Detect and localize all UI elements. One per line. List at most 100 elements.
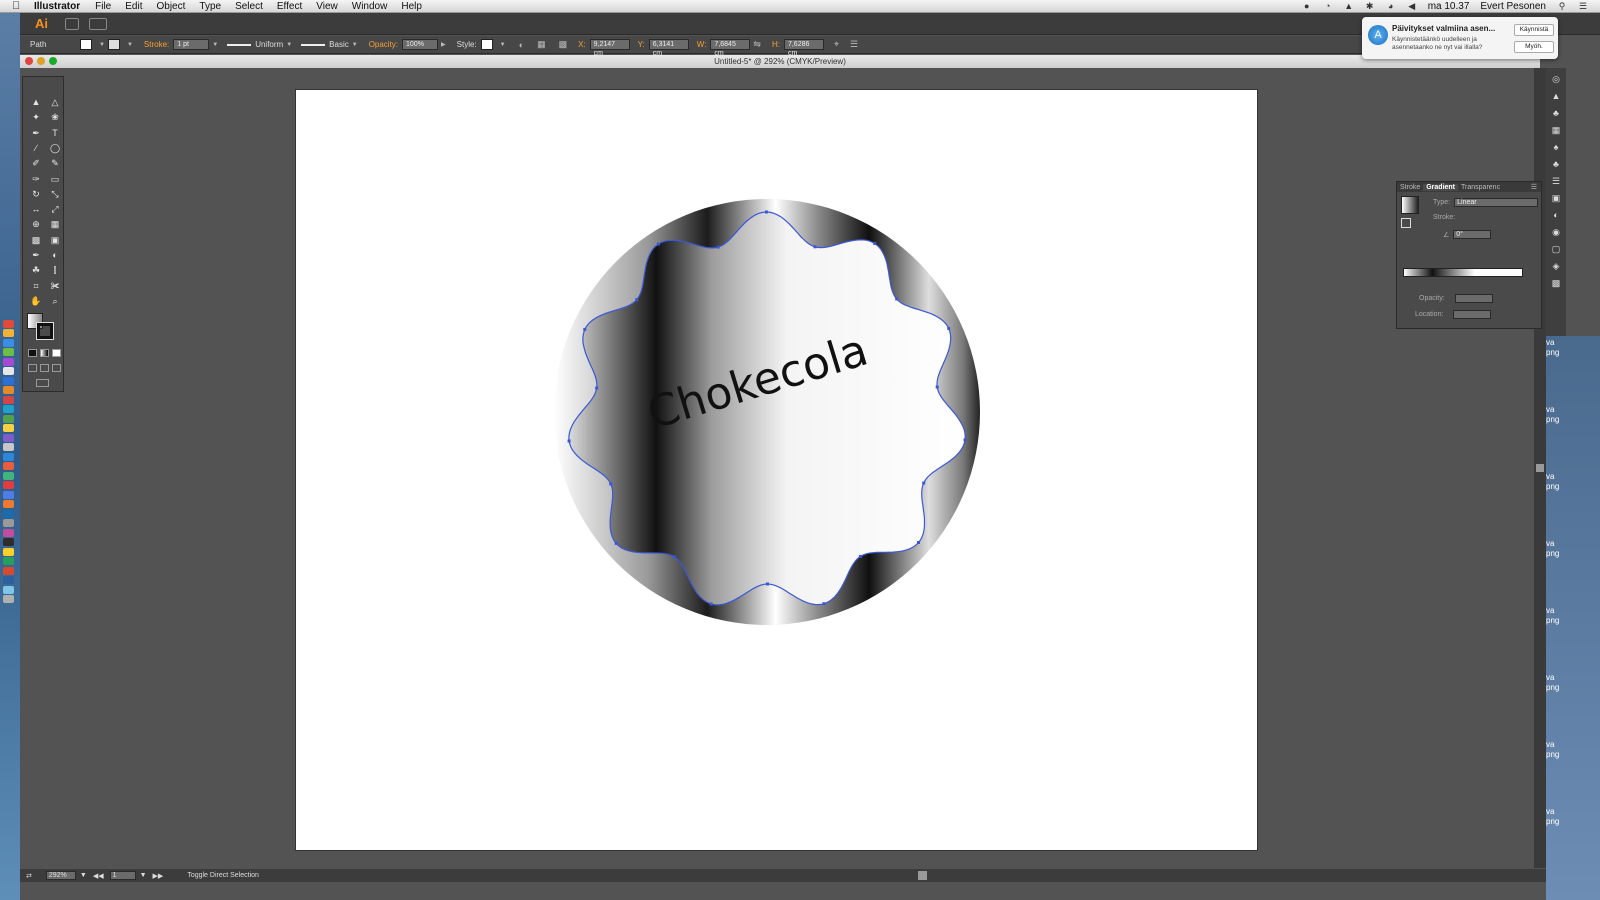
menu-select[interactable]: Select (235, 1, 263, 12)
dock-app-icon[interactable] (3, 490, 14, 499)
dock-app-icon[interactable] (3, 433, 14, 442)
dock-app-icon[interactable] (3, 509, 14, 518)
slice-tool-icon[interactable]: ✀ (48, 281, 62, 292)
constrain-proportions-icon[interactable]: ⇋ (753, 39, 761, 50)
zoom-arrows-icon[interactable]: ⇄ (26, 872, 32, 880)
gradient-ramp[interactable] (1403, 268, 1523, 277)
dock-app-icon[interactable] (3, 414, 14, 423)
symbol-sprayer-tool-icon[interactable]: ☘ (29, 265, 43, 276)
dock-app-icon[interactable] (3, 395, 14, 404)
vertical-scroll-thumb[interactable] (1536, 464, 1544, 472)
gradient-thumbnail[interactable] (1401, 196, 1419, 214)
gradient-type-select[interactable]: Linear (1454, 198, 1539, 207)
paintbrush-tool-icon[interactable]: ✐ (29, 158, 43, 169)
dock-app-icon[interactable] (3, 319, 14, 328)
artboard[interactable]: Chokecola (296, 90, 1257, 850)
width-tool-icon[interactable]: ↔ (29, 204, 43, 215)
pen-tool-icon[interactable]: ✒ (29, 128, 43, 139)
column-graph-tool-icon[interactable]: ⫿ (48, 265, 62, 276)
anchor-point[interactable] (766, 582, 769, 586)
brush-select[interactable]: Basic (301, 40, 349, 49)
anchor-point[interactable] (595, 386, 599, 390)
artboard-tool-icon[interactable]: ⌗ (29, 281, 43, 292)
stop-opacity-field[interactable] (1454, 294, 1493, 303)
dock-app-icon[interactable] (3, 528, 14, 537)
stroke-weight-dropdown-icon[interactable]: ▼ (212, 42, 218, 48)
tab-stroke[interactable]: Stroke (1397, 184, 1423, 191)
dock-app-icon[interactable] (3, 595, 14, 603)
arrange-documents-button[interactable] (89, 17, 107, 30)
menu-window[interactable]: Window (352, 1, 388, 12)
draw-behind-icon[interactable] (40, 364, 49, 372)
menu-object[interactable]: Object (156, 1, 185, 12)
stroke-label[interactable]: Stroke: (144, 40, 169, 49)
zoom-field[interactable]: 292% (45, 871, 76, 880)
stroke-panel-icon[interactable]: ☰ (1550, 176, 1562, 187)
blend-tool-icon[interactable]: ◐ (48, 250, 62, 261)
panel-menu-icon[interactable]: ☰ (850, 39, 858, 50)
zoom-window-button[interactable] (49, 57, 57, 65)
stroke-dropdown-icon[interactable]: ▼ (127, 42, 133, 48)
fill-stroke-toggle[interactable] (1401, 218, 1411, 228)
dock-app-icon[interactable] (3, 566, 14, 575)
first-artboard-icon[interactable]: ◀◀ (93, 872, 104, 880)
anchor-point[interactable] (922, 481, 926, 485)
anchor-point[interactable] (963, 438, 967, 442)
anchor-point[interactable] (709, 602, 713, 606)
rotate-tool-icon[interactable]: ↻ (29, 189, 43, 200)
pencil-tool-icon[interactable]: ✎ (48, 158, 62, 169)
menu-help[interactable]: Help (401, 1, 422, 12)
y-field[interactable]: 6,3141 cm (648, 39, 689, 57)
h-field[interactable]: 7,6286 cm (783, 39, 824, 57)
dock-app-icon[interactable] (3, 585, 14, 594)
opacity-field[interactable]: 100% (402, 39, 439, 50)
shape-builder-tool-icon[interactable]: ⊕ (29, 219, 43, 230)
gradient-panel-icon[interactable]: ▣ (1550, 193, 1562, 204)
magic-wand-tool-icon[interactable]: ✦ (29, 112, 43, 123)
anchor-point[interactable] (764, 210, 768, 214)
dock-app-icon[interactable] (3, 329, 14, 337)
update-notification[interactable]: A Päivitykset valmiina asen... Käynniste… (1362, 17, 1558, 59)
color-guide-icon[interactable]: ◎ (1550, 74, 1562, 85)
dock-app-icon[interactable] (3, 481, 14, 489)
angle-field[interactable]: 0° (1453, 230, 1492, 239)
style-dropdown-icon[interactable]: ▼ (500, 42, 506, 48)
dock-app-icon[interactable] (3, 405, 14, 413)
dock-app-icon[interactable] (3, 519, 14, 527)
dock-app-icon[interactable] (3, 386, 14, 394)
brush-dropdown-icon[interactable]: ▼ (352, 42, 358, 48)
x-field[interactable]: 9,2147 cm (589, 39, 630, 57)
dock-app-icon[interactable] (3, 471, 14, 480)
stroke-swatch[interactable] (107, 39, 120, 50)
anchor-point[interactable] (935, 385, 939, 389)
reference-point-icon[interactable]: ▩ (559, 39, 568, 50)
hand-tool-icon[interactable]: ✋ (29, 296, 43, 307)
dock-app-icon[interactable] (3, 538, 14, 546)
lasso-tool-icon[interactable]: ❀ (48, 112, 62, 123)
direct-selection-tool-icon[interactable]: △ (48, 97, 62, 108)
line-tool-icon[interactable]: ∕ (29, 143, 43, 154)
dock-app-icon[interactable] (3, 338, 14, 347)
menu-app-name[interactable]: Illustrator (34, 1, 80, 12)
scale-tool-icon[interactable]: ⤡ (48, 189, 62, 200)
perspective-grid-tool-icon[interactable]: ▦ (48, 219, 62, 230)
eraser-tool-icon[interactable]: ▭ (48, 174, 62, 185)
anchor-point[interactable] (567, 439, 571, 443)
notification-center-icon[interactable]: ☰ (1578, 1, 1588, 11)
anchor-point[interactable] (822, 602, 826, 606)
links-icon[interactable]: ▩ (1550, 278, 1562, 289)
align-options-icon[interactable]: ▦ (537, 39, 546, 50)
zoom-dropdown-icon[interactable]: ▼ (80, 872, 87, 879)
artboard-number-field[interactable]: 1 (109, 871, 136, 880)
dock-app-icon[interactable] (3, 376, 14, 385)
dock-app-icon[interactable] (3, 367, 14, 375)
anchor-point[interactable] (583, 327, 587, 331)
anchor-point[interactable] (917, 541, 920, 544)
menu-effect[interactable]: Effect (277, 1, 302, 12)
style-swatch[interactable] (480, 39, 493, 50)
color-mode-icon[interactable] (28, 349, 37, 357)
none-mode-icon[interactable] (52, 349, 61, 357)
dock-app-icon[interactable] (3, 576, 14, 584)
spotlight-search-icon[interactable]: ⚲ (1557, 1, 1567, 11)
selection-tool-icon[interactable]: ▲ (29, 97, 43, 108)
